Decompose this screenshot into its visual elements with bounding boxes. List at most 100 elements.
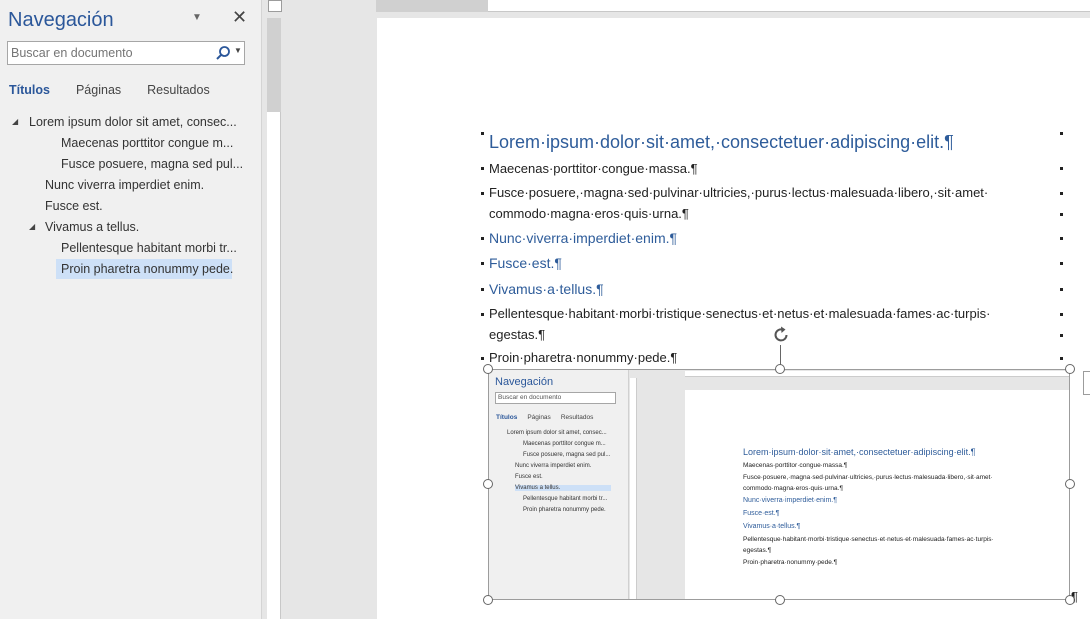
navigation-pane: Navegación ▼ ✕ ▼ Títulos Páginas Resulta…: [0, 0, 262, 619]
resize-handle[interactable]: [1065, 479, 1075, 489]
embedded-tab: Títulos: [496, 414, 518, 421]
rotate-handle-icon[interactable]: [771, 325, 791, 345]
tree-item[interactable]: ◢ Vivamus a tellus.: [0, 217, 262, 238]
nav-tabs: Títulos Páginas Resultados: [9, 83, 236, 97]
keep-with-next-mark-icon: [1060, 132, 1063, 135]
nav-pane-title: Navegación: [8, 9, 114, 31]
layout-options-button[interactable]: [1083, 371, 1090, 395]
resize-handle[interactable]: [483, 364, 493, 374]
keep-with-next-mark-icon: [1060, 237, 1063, 240]
heading2-paragraph[interactable]: Nunc·viverra·imperdiet·enim.¶: [489, 230, 677, 246]
keep-with-next-mark-icon: [1060, 167, 1063, 170]
ruler-margin: [376, 0, 488, 12]
embedded-paragraph: Fusce·est.¶: [743, 510, 780, 517]
vertical-ruler[interactable]: [267, 18, 281, 619]
tree-item-label: Fusce posuere, magna sed pul...: [61, 157, 244, 171]
embedded-tree-item: Nunc viverra imperdiet enim.: [515, 463, 592, 469]
embedded-horizontal-ruler: [685, 371, 1069, 377]
heading-tree: ◢ Lorem ipsum dolor sit amet, consec... …: [0, 112, 262, 280]
keep-with-next-mark-icon: [1060, 288, 1063, 291]
embedded-tree-item: Proin pharetra nonummy pede.: [523, 507, 606, 513]
embedded-paragraph: Proin·pharetra·nonummy·pede.¶: [743, 559, 838, 566]
tree-item-selected[interactable]: Proin pharetra nonummy pede.: [0, 259, 262, 280]
collapse-triangle-icon[interactable]: ◢: [12, 117, 18, 126]
resize-handle[interactable]: [483, 479, 493, 489]
paragraph-mark-icon: [481, 167, 484, 170]
body-paragraph[interactable]: Proin·pharetra·nonummy·pede.¶: [489, 350, 677, 365]
tree-item-label: Nunc viverra imperdiet enim.: [45, 178, 205, 192]
embedded-search-box: Buscar en documento: [495, 392, 616, 404]
tree-item[interactable]: Maecenas porttitor congue m...: [0, 133, 262, 154]
end-paragraph-mark: ¶: [1071, 589, 1078, 604]
embedded-paragraph: Fusce·posuere,·magna·sed·pulvinar·ultric…: [743, 474, 993, 481]
embedded-tab: Resultados: [560, 414, 594, 421]
tree-item[interactable]: Fusce est.: [0, 196, 262, 217]
paragraph-mark-icon: [481, 237, 484, 240]
tab-selector[interactable]: [268, 0, 282, 12]
embedded-nav-tabs: Títulos Páginas Resultados: [496, 414, 603, 421]
embedded-vertical-ruler: [630, 378, 637, 599]
search-input[interactable]: [11, 45, 207, 61]
tree-item[interactable]: Nunc viverra imperdiet enim.: [0, 175, 262, 196]
heading2-paragraph[interactable]: Fusce·est.¶: [489, 255, 562, 271]
embedded-document-page: [685, 390, 1069, 599]
close-icon[interactable]: ✕: [232, 7, 247, 28]
embedded-tree-item-selected: Vivamus a tellus.: [515, 485, 611, 491]
keep-with-next-mark-icon: [1060, 262, 1063, 265]
keep-with-next-mark-icon: [1060, 357, 1063, 360]
tree-item-label: Fusce est.: [45, 199, 103, 213]
embedded-tree-item: Maecenas porttitor congue m...: [523, 441, 606, 447]
embedded-paragraph: Pellentesque·habitant·morbi·tristique·se…: [743, 536, 994, 543]
body-paragraph[interactable]: Pellentesque·habitant·morbi·tristique·se…: [489, 306, 990, 321]
embedded-tab: Páginas: [527, 414, 551, 421]
keep-with-next-mark-icon: [1060, 313, 1063, 316]
embedded-tree-item: Fusce posuere, magna sed pul...: [523, 452, 611, 458]
embedded-paragraph: Nunc·viverra·imperdiet·enim.¶: [743, 497, 838, 504]
search-box[interactable]: ▼: [7, 41, 245, 65]
paragraph-mark-icon: [481, 357, 484, 360]
keep-with-next-mark-icon: [1060, 334, 1063, 337]
resize-handle[interactable]: [1065, 364, 1075, 374]
paragraph-mark-icon: [481, 192, 484, 195]
tree-item[interactable]: ◢ Lorem ipsum dolor sit amet, consec...: [0, 112, 262, 133]
tab-resultados[interactable]: Resultados: [147, 83, 210, 97]
paragraph-mark-icon: [481, 132, 484, 135]
body-paragraph[interactable]: Fusce·posuere,·magna·sed·pulvinar·ultric…: [489, 185, 988, 200]
tree-item[interactable]: Pellentesque habitant morbi tr...: [0, 238, 262, 259]
heading2-paragraph[interactable]: Vivamus·a·tellus.¶: [489, 281, 604, 297]
embedded-paragraph: egestas.¶: [743, 547, 772, 554]
paragraph-mark-icon: [481, 288, 484, 291]
word-window: Navegación ▼ ✕ ▼ Títulos Páginas Resulta…: [0, 0, 1090, 619]
resize-handle[interactable]: [775, 364, 785, 374]
heading1-paragraph[interactable]: Lorem·ipsum·dolor·sit·amet,·consectetuer…: [489, 132, 954, 153]
ruler-margin: [267, 18, 281, 112]
paragraph-mark-icon: [481, 262, 484, 265]
resize-handle[interactable]: [483, 595, 493, 605]
embedded-paragraph: commodo·magna·eros·quis·urna.¶: [743, 485, 843, 492]
nav-options-chevron-icon[interactable]: ▼: [192, 12, 202, 23]
tree-item-label: Maecenas porttitor congue m...: [61, 136, 234, 150]
tab-titulos[interactable]: Títulos: [9, 83, 50, 97]
body-paragraph-cont[interactable]: commodo·magna·eros·quis·urna.¶: [489, 206, 689, 221]
keep-with-next-mark-icon: [1060, 192, 1063, 195]
search-options-chevron-icon[interactable]: ▼: [234, 46, 242, 55]
embedded-tree-item: Fusce est.: [515, 474, 543, 480]
tree-item-label: Vivamus a tellus.: [45, 220, 140, 234]
tree-item-label: Proin pharetra nonummy pede.: [61, 262, 234, 276]
search-icon[interactable]: [215, 45, 231, 61]
tab-paginas[interactable]: Páginas: [76, 83, 121, 97]
collapse-triangle-icon[interactable]: ◢: [29, 222, 35, 231]
horizontal-ruler[interactable]: [376, 0, 1090, 12]
keep-with-next-mark-icon: [1060, 213, 1063, 216]
embedded-heading-tree: Lorem ipsum dolor sit amet, consec... Ma…: [489, 430, 611, 518]
embedded-paragraph: Lorem·ipsum·dolor·sit·amet,·consectetuer…: [743, 447, 976, 457]
page-gutter: [282, 12, 376, 619]
body-paragraph-cont[interactable]: egestas.¶: [489, 327, 545, 342]
tree-item[interactable]: Fusce posuere, magna sed pul...: [0, 154, 262, 175]
embedded-tree-item: Pellentesque habitant morbi tr...: [523, 496, 608, 502]
resize-handle[interactable]: [775, 595, 785, 605]
embedded-paragraph: Vivamus·a·tellus.¶: [743, 523, 801, 530]
embedded-nav-title: Navegación: [495, 376, 554, 388]
embedded-screenshot-image[interactable]: Navegación Buscar en documento Títulos Pá…: [488, 369, 1070, 600]
body-paragraph[interactable]: Maecenas·porttitor·congue·massa.¶: [489, 161, 698, 176]
